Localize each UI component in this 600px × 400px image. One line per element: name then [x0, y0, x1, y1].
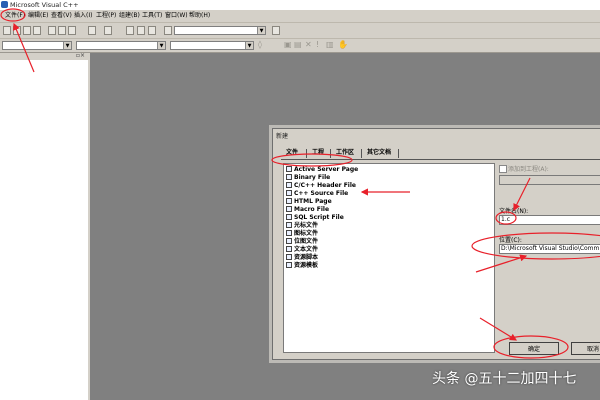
location-field[interactable]: D:\Microsoft Visual Studio\Comm	[499, 244, 600, 254]
copy-icon[interactable]	[58, 26, 66, 35]
window-title: Microsoft Visual C++	[10, 1, 79, 9]
save-icon[interactable]	[23, 26, 31, 35]
file-type-icon	[286, 246, 292, 252]
title-bar: Microsoft Visual C++	[0, 0, 600, 10]
build-icon[interactable]: ▤	[294, 41, 302, 49]
stop-build-icon[interactable]: ✕	[305, 41, 313, 49]
find-combo[interactable]: ▼	[174, 26, 266, 35]
ok-button[interactable]: 确定	[509, 342, 559, 355]
close-icon[interactable]: ▫×	[76, 52, 85, 59]
file-type-icon	[286, 222, 292, 228]
cut-icon[interactable]	[48, 26, 56, 35]
list-item[interactable]: Binary File	[286, 174, 330, 182]
menu-build[interactable]: 组建(B)	[118, 10, 141, 22]
file-type-list[interactable]: Active Server Page Binary File C/C++ Hea…	[283, 163, 495, 353]
menu-file[interactable]: 文件(F)	[4, 10, 26, 22]
new-file-icon[interactable]	[3, 26, 11, 35]
tab-divider	[361, 149, 362, 158]
breakpoint-icon[interactable]: ✋	[338, 41, 348, 49]
wizard-toolbar: ▼ ▼ ▼ ◊ ▣ ▤ ✕ ! ▥ ✋	[0, 39, 600, 53]
file-type-icon	[286, 190, 292, 196]
tab-projects[interactable]: 工程	[309, 148, 327, 158]
file-type-icon	[286, 182, 292, 188]
chevron-down-icon[interactable]: ▼	[63, 42, 71, 49]
file-type-icon	[286, 198, 292, 204]
filename-label: 文件名(N):	[499, 208, 529, 215]
redo-icon[interactable]	[104, 26, 112, 35]
list-item[interactable]: Macro File	[286, 206, 329, 214]
list-item[interactable]: 光标文件	[286, 222, 318, 230]
chevron-down-icon[interactable]: ▼	[157, 42, 165, 49]
tab-underline	[281, 159, 600, 160]
windows-icon[interactable]	[148, 26, 156, 35]
tab-divider	[330, 149, 331, 158]
find-in-files-icon[interactable]	[164, 26, 172, 35]
menu-insert[interactable]: 插入(I)	[73, 10, 93, 22]
list-item[interactable]: 图标文件	[286, 230, 318, 238]
list-item[interactable]: SQL Script File	[286, 214, 344, 222]
tab-files[interactable]: 文件	[283, 148, 301, 158]
file-type-icon	[286, 166, 292, 172]
file-type-icon	[286, 174, 292, 180]
menu-view[interactable]: 查看(V)	[50, 10, 73, 22]
watermark: 头条 @五十二加四十七	[432, 371, 577, 387]
app-icon	[1, 1, 8, 8]
add-to-project-label: 添加到工程(A):	[508, 166, 549, 173]
tab-other-documents[interactable]: 其它文档	[364, 148, 394, 158]
chevron-down-icon[interactable]: ▼	[245, 42, 253, 49]
class-combo[interactable]: ▼	[2, 41, 72, 50]
save-all-icon[interactable]	[33, 26, 41, 35]
workspace-pane: ▫×	[0, 52, 90, 400]
undo-icon[interactable]	[88, 26, 96, 35]
file-type-icon	[286, 214, 292, 220]
open-folder-icon[interactable]	[13, 26, 21, 35]
location-label: 位置(C):	[499, 237, 522, 244]
standard-toolbar: ▼	[0, 23, 600, 39]
list-item[interactable]: 位图文件	[286, 238, 318, 246]
project-combo[interactable]	[499, 175, 600, 185]
file-type-icon	[286, 254, 292, 260]
list-item-selected[interactable]: C++ Source File	[286, 190, 348, 198]
new-dialog: 新建 文件 工程 工作区 其它文档 Active Server Page Bin…	[272, 128, 600, 360]
file-type-icon	[286, 206, 292, 212]
file-type-icon	[286, 262, 292, 268]
menu-bar: 文件(F) 编辑(E) 查看(V) 插入(I) 工程(P) 组建(B) 工具(T…	[0, 10, 600, 23]
list-item[interactable]: Active Server Page	[286, 166, 358, 174]
list-item[interactable]: 资源脚本	[286, 254, 318, 262]
menu-edit[interactable]: 编辑(E)	[27, 10, 49, 22]
list-item[interactable]: C/C++ Header File	[286, 182, 356, 190]
filter-combo[interactable]: ▼	[76, 41, 166, 50]
members-combo[interactable]: ▼	[170, 41, 254, 50]
output-icon[interactable]	[137, 26, 145, 35]
find-icon[interactable]	[272, 26, 280, 35]
execute-icon[interactable]: !	[316, 41, 324, 49]
tab-divider	[306, 149, 307, 158]
dialog-title: 新建	[276, 133, 289, 140]
workspace-pane-header: ▫×	[0, 52, 88, 60]
filename-field[interactable]: 1.c	[499, 215, 600, 225]
menu-window[interactable]: 窗口(W)	[164, 10, 189, 22]
list-item[interactable]: HTML Page	[286, 198, 332, 206]
menu-project[interactable]: 工程(P)	[95, 10, 117, 22]
menu-help[interactable]: 帮助(H)	[188, 10, 211, 22]
tab-workspaces[interactable]: 工作区	[333, 148, 357, 158]
go-icon[interactable]: ▥	[326, 41, 334, 49]
wizard-action-icon[interactable]: ◊	[258, 41, 266, 49]
file-type-icon	[286, 238, 292, 244]
list-item[interactable]: 文本文件	[286, 246, 318, 254]
menu-tools[interactable]: 工具(T)	[141, 10, 163, 22]
cancel-button[interactable]: 取消	[571, 342, 600, 355]
add-to-project-checkbox[interactable]	[499, 165, 507, 173]
paste-icon[interactable]	[68, 26, 76, 35]
file-type-icon	[286, 230, 292, 236]
compile-icon[interactable]: ▣	[284, 41, 292, 49]
tab-divider	[398, 149, 399, 158]
list-item[interactable]: 资源模板	[286, 262, 318, 270]
workspace-icon[interactable]	[126, 26, 134, 35]
chevron-down-icon[interactable]: ▼	[257, 27, 265, 34]
